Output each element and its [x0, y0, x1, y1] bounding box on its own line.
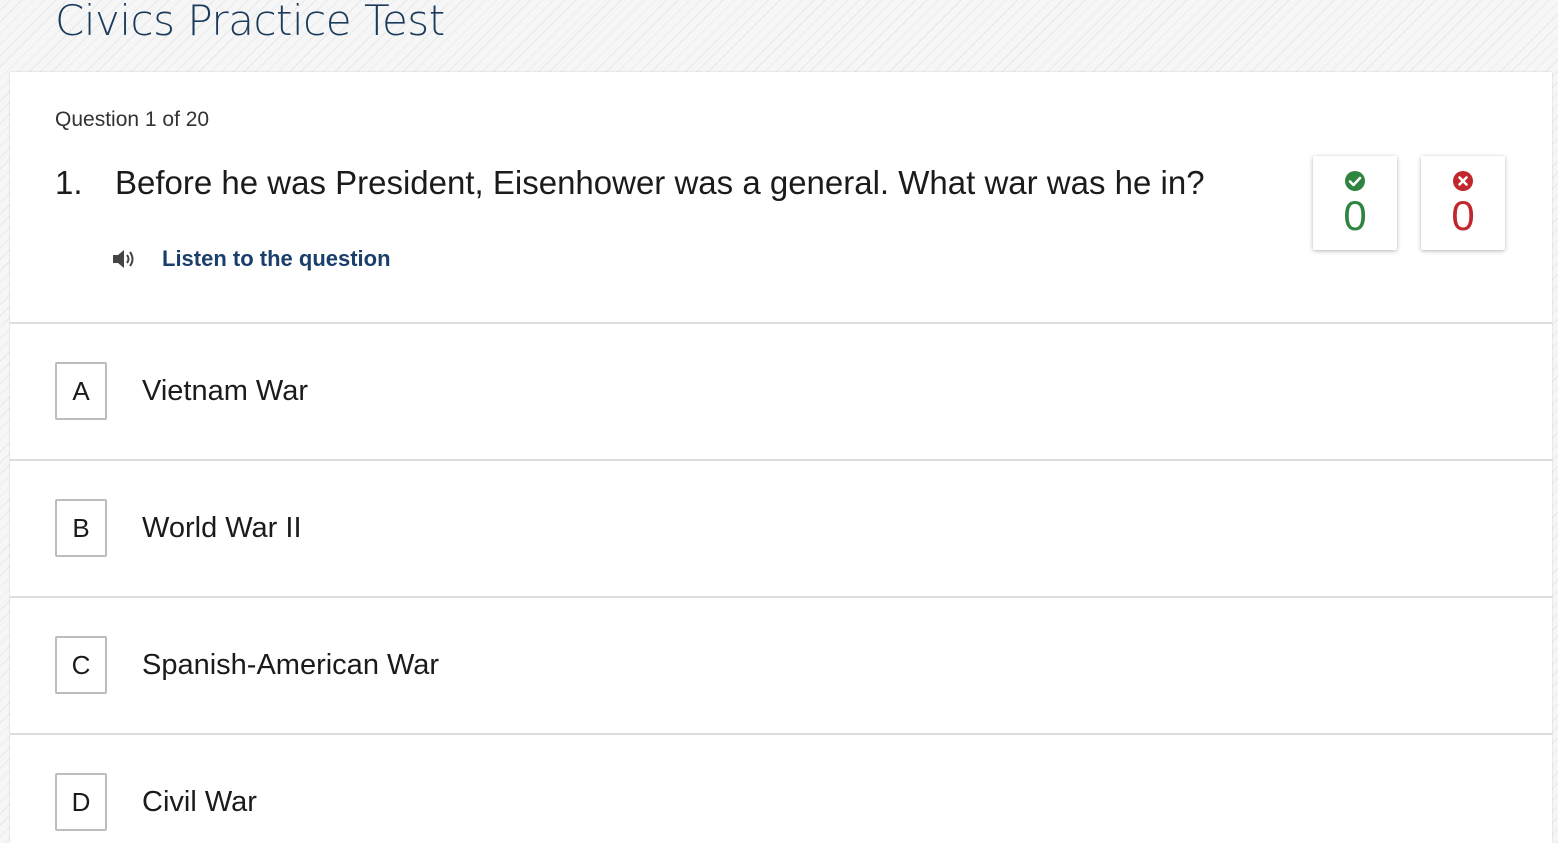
answer-option-a[interactable]: A Vietnam War [10, 324, 1552, 461]
listen-link[interactable]: Listen to the question [162, 246, 391, 272]
question-number: 1. [55, 164, 83, 201]
answer-letter[interactable]: D [55, 773, 107, 831]
answer-letter[interactable]: B [55, 499, 107, 557]
answer-text: Civil War [142, 786, 257, 818]
question-header: Question 1 of 20 1. Before he was Presid… [10, 72, 1552, 324]
incorrect-count: 0 [1451, 192, 1475, 239]
answer-option-c[interactable]: C Spanish-American War [10, 598, 1552, 735]
answer-letter[interactable]: C [55, 636, 107, 694]
check-circle-icon [1345, 171, 1365, 191]
listen-button[interactable]: Listen to the question [112, 246, 391, 272]
answer-text: Spanish-American War [142, 649, 440, 681]
incorrect-score-badge: 0 [1421, 156, 1505, 250]
answer-text: World War II [142, 512, 302, 544]
answer-text: Vietnam War [142, 375, 308, 407]
x-circle-icon [1453, 171, 1473, 191]
question-text: Before he was President, Eisenhower was … [115, 164, 1205, 201]
page-title: Civics Practice Test [55, 0, 445, 45]
answer-letter[interactable]: A [55, 362, 107, 420]
question-card: Question 1 of 20 1. Before he was Presid… [10, 72, 1552, 843]
speaker-icon [112, 248, 138, 270]
question-counter: Question 1 of 20 [55, 108, 210, 131]
correct-score-badge: 0 [1313, 156, 1397, 250]
correct-count: 0 [1343, 192, 1367, 239]
answer-option-d[interactable]: D Civil War [10, 735, 1552, 843]
answer-option-b[interactable]: B World War II [10, 461, 1552, 598]
